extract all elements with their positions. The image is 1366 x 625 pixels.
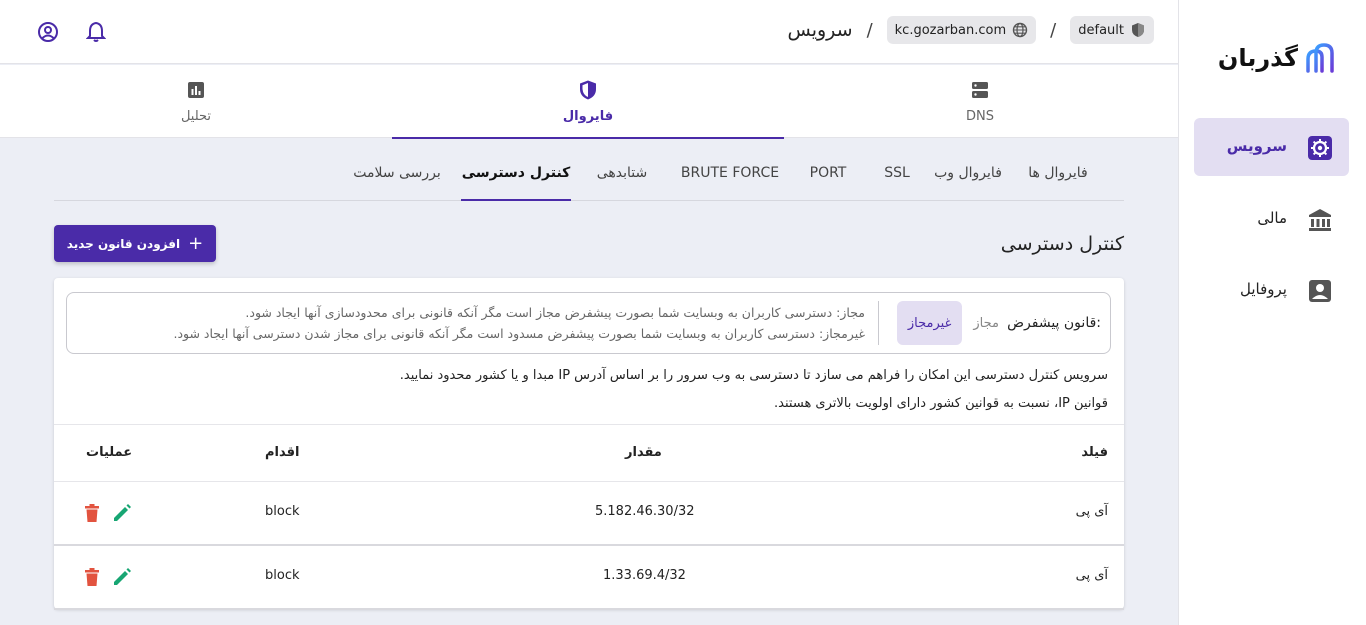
row-field: آی پی <box>1075 504 1108 519</box>
domain-chip[interactable]: kc.gozarban.com <box>886 16 1037 44</box>
plus-icon: + <box>188 232 204 254</box>
subtab-ssl[interactable]: SSL <box>880 150 914 200</box>
sidebar-item-service[interactable]: سرویس <box>1194 118 1349 176</box>
settings-icon <box>1307 135 1333 161</box>
access-control-card: قانون پیشفرض: مجاز غیرمجاز مجاز: دسترسی … <box>54 278 1124 610</box>
account-icon[interactable] <box>36 20 60 44</box>
header-operations: عملیات <box>86 445 133 460</box>
add-rule-label: افزودن قانون جدید <box>66 236 181 251</box>
bank-icon <box>1307 207 1333 233</box>
sidebar-item-finance[interactable]: مالی <box>1194 190 1349 248</box>
edit-icon[interactable] <box>111 566 133 588</box>
sidebar-item-profile[interactable]: پروفایل <box>1194 261 1349 319</box>
globe-icon <box>1012 22 1028 38</box>
default-rule-label: قانون پیشفرض: <box>1007 315 1101 331</box>
subtab-acceleration[interactable]: شتابدهی <box>588 150 656 200</box>
subtab-firewalls[interactable]: فایروال ها <box>1014 150 1102 200</box>
breadcrumb: سرویس / kc.gozarban.com / default <box>787 16 1154 44</box>
header-field: فیلد <box>1081 445 1108 460</box>
bell-icon[interactable] <box>84 20 108 44</box>
subtab-port[interactable]: PORT <box>806 150 850 200</box>
top-header: سرویس / kc.gozarban.com / default <box>0 0 1178 64</box>
logo-text: گذربان <box>1217 44 1298 72</box>
row-action: block <box>265 504 300 519</box>
edit-icon[interactable] <box>111 502 133 524</box>
sidebar: گذربان سرویس مالی پروفایل <box>1178 0 1366 625</box>
page-title: کنترل دسترسی <box>1000 233 1124 255</box>
row-value: 5.182.46.30/32 <box>595 504 695 519</box>
deny-description: غیرمجاز: دسترسی کاربران به وبسایت شما بص… <box>173 326 865 341</box>
table-row: آی پی 5.182.46.30/32 block <box>54 482 1124 546</box>
default-rule-toggle: مجاز غیرمجاز <box>896 301 1010 345</box>
subtab-health-check[interactable]: بررسی سلامت <box>352 150 442 200</box>
shield-icon <box>580 80 596 100</box>
shield-icon <box>1132 23 1144 37</box>
sidebar-item-label: سرویس <box>1226 137 1287 155</box>
table-header: فیلد مقدار اقدام عملیات <box>54 424 1124 482</box>
info-text-1: سرویس کنترل دسترسی این امکان را فراهم می… <box>399 368 1108 383</box>
tab-firewall-label: فایروال <box>562 109 614 124</box>
bar-chart-icon <box>188 82 204 98</box>
divider <box>878 301 879 345</box>
header-value: مقدار <box>625 445 662 460</box>
add-rule-button[interactable]: + افزودن قانون جدید <box>54 225 216 262</box>
logo[interactable]: گذربان <box>1206 38 1338 78</box>
main-tabs: تحلیل فایروال DNS <box>0 65 1178 139</box>
table-row: آی پی 1.33.69.4/32 block <box>54 546 1124 610</box>
policy-chip[interactable]: default <box>1070 16 1154 44</box>
server-icon <box>972 82 988 98</box>
tab-firewall[interactable]: فایروال <box>392 65 784 139</box>
subtab-access-control[interactable]: کنترل دسترسی <box>461 150 571 201</box>
subtab-brute-force[interactable]: BRUTE FORCE <box>678 150 782 200</box>
sidebar-item-label: پروفایل <box>1240 280 1287 298</box>
row-action: block <box>265 568 300 583</box>
delete-icon[interactable] <box>81 566 103 588</box>
row-field: آی پی <box>1075 568 1108 583</box>
tab-dns[interactable]: DNS <box>784 65 1176 138</box>
sidebar-item-label: مالی <box>1257 209 1287 227</box>
breadcrumb-separator: / <box>866 19 873 41</box>
breadcrumb-separator: / <box>1050 19 1057 41</box>
breadcrumb-title: سرویس <box>787 19 853 41</box>
tab-analysis[interactable]: تحلیل <box>0 65 392 138</box>
logo-mark-icon <box>1306 43 1334 73</box>
policy-chip-label: default <box>1078 22 1124 38</box>
profile-icon <box>1307 278 1333 304</box>
firewall-sub-tabs: فایروال ها فایروال وب SSL PORT BRUTE FOR… <box>54 150 1124 201</box>
toggle-deny[interactable]: غیرمجاز <box>896 301 963 345</box>
tab-analysis-label: تحلیل <box>180 109 212 124</box>
allow-description: مجاز: دسترسی کاربران به وبسایت شما بصورت… <box>245 305 865 320</box>
delete-icon[interactable] <box>81 502 103 524</box>
toggle-allow[interactable]: مجاز <box>962 301 1010 345</box>
info-text-2: قوانین IP، نسبت به قوانین کشور دارای اول… <box>774 396 1108 411</box>
default-rule-description: مجاز: دسترسی کاربران به وبسایت شما بصورت… <box>85 302 865 344</box>
header-action: اقدام <box>265 445 300 460</box>
row-value: 1.33.69.4/32 <box>603 568 686 583</box>
default-rule-box: قانون پیشفرض: مجاز غیرمجاز مجاز: دسترسی … <box>66 292 1111 354</box>
rules-table: فیلد مقدار اقدام عملیات آی پی 5.182.46.3… <box>54 424 1124 610</box>
tab-dns-label: DNS <box>966 109 994 124</box>
domain-chip-label: kc.gozarban.com <box>894 22 1007 38</box>
subtab-web-firewall[interactable]: فایروال وب <box>934 150 1002 200</box>
